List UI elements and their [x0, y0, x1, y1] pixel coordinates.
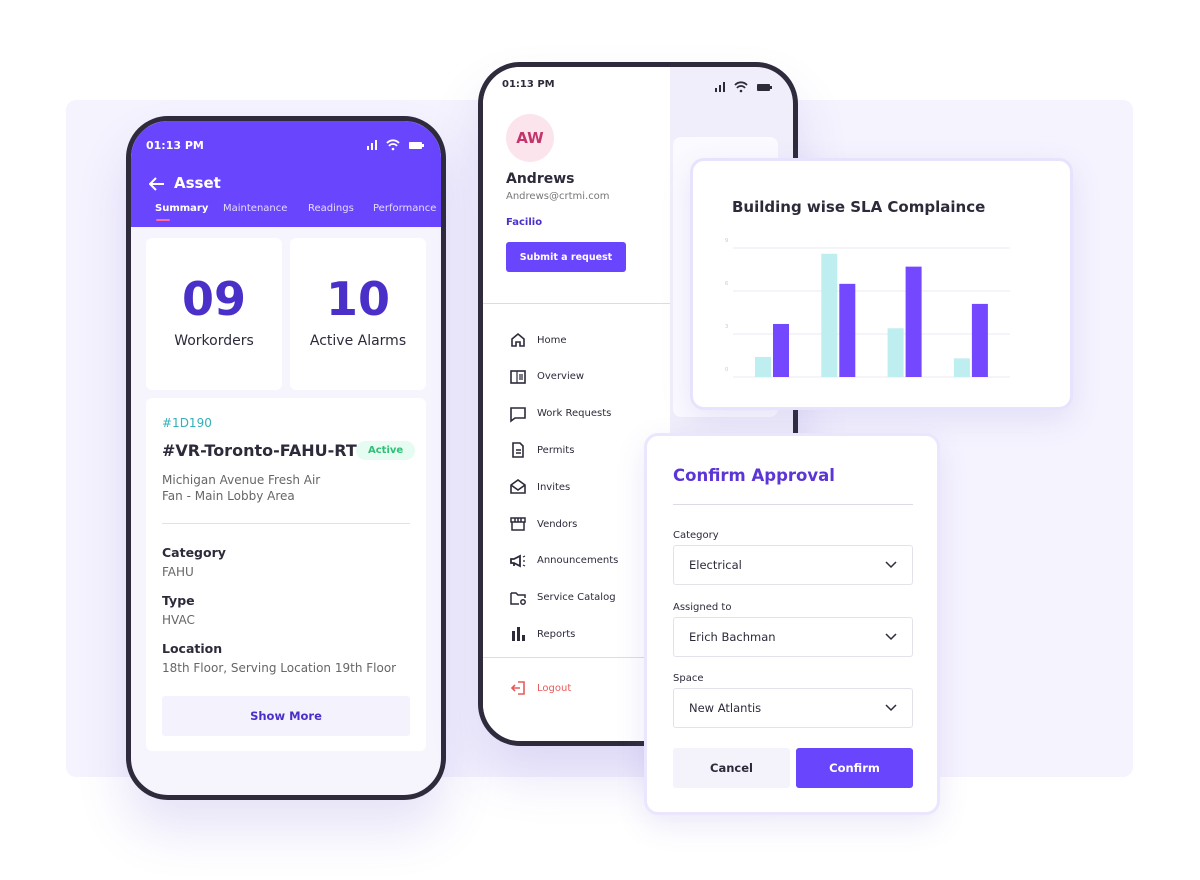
bar-series2-4: [971, 303, 988, 377]
cancel-button[interactable]: Cancel: [673, 748, 790, 788]
menu-item-label: Reports: [537, 628, 576, 640]
tab-maintenance[interactable]: Maintenance: [223, 203, 287, 214]
tab-indicator: [156, 219, 170, 221]
tab-readings[interactable]: Readings: [308, 203, 354, 214]
divider: [483, 303, 670, 304]
y-tick-label: 9: [725, 238, 728, 244]
field-value: FAHU: [162, 565, 194, 579]
field-label: Space: [673, 673, 704, 684]
field-label: Assigned to: [673, 601, 732, 613]
menu-item-label: Announcements: [537, 555, 619, 567]
asset-description: Fan - Main Lobby Area: [162, 489, 295, 503]
divider: [673, 504, 913, 505]
envelope-icon: [510, 479, 526, 494]
document-icon: [512, 442, 524, 459]
select-value: Erich Bachman: [689, 629, 776, 644]
menu-item-label: Vendors: [537, 518, 578, 530]
asset-phone: 01:13 PM Asset Summary Maintenance Readi…: [126, 116, 446, 800]
menu-item-work-requests[interactable]: Work Requests: [509, 404, 669, 424]
org-name: Facilio: [506, 217, 543, 228]
field-value: HVAC: [162, 613, 195, 627]
select-value: New Atlantis: [689, 701, 762, 715]
bar-series1-2: [821, 253, 838, 377]
field-label: Category: [673, 530, 719, 541]
stat-label: Active Alarms: [309, 333, 407, 349]
divider: [483, 657, 670, 658]
page-title: Asset: [174, 174, 221, 192]
stat-value: 09: [181, 272, 246, 326]
tab-performance[interactable]: Performance: [373, 203, 436, 214]
menu-item-label: Home: [537, 334, 567, 346]
asset-name: #VR-Toronto-FAHU-RT: [162, 441, 357, 460]
select-assigned-to[interactable]: Erich Bachman: [673, 616, 913, 657]
bar-series1-3: [887, 328, 904, 377]
chevron-down-icon: [885, 561, 897, 569]
menu-item-overview[interactable]: Overview: [509, 367, 669, 387]
menu-item-label: Service Catalog: [537, 592, 616, 604]
stat-label: Workorders: [174, 333, 254, 349]
status-icons: [715, 81, 772, 93]
status-time: 01:13 PM: [146, 139, 204, 152]
megaphone-icon: [510, 554, 526, 568]
status-badge: Active: [356, 441, 416, 460]
folder-gear-icon: [510, 591, 526, 605]
bar-chart: 0 3 6 9: [725, 238, 1010, 378]
user-email: Andrews@crtmi.com: [506, 191, 610, 202]
confirm-button[interactable]: Confirm: [796, 748, 913, 788]
select-space[interactable]: New Atlantis: [673, 688, 913, 728]
avatar: AW: [506, 114, 554, 162]
select-value: Electrical: [689, 558, 742, 572]
chat-icon: [510, 406, 526, 423]
stat-card-workorders[interactable]: 09 Workorders: [146, 238, 282, 390]
bar-series2-2: [839, 283, 856, 377]
confirm-approval-dialog: Confirm Approval Category Electrical Assi…: [644, 433, 940, 815]
logout-icon: [510, 681, 525, 695]
tab-summary[interactable]: Summary: [155, 203, 208, 214]
sla-chart-card: Building wise SLA Complaince 0369: [690, 158, 1073, 410]
y-tick-label: 3: [725, 324, 728, 330]
bar-series1-4: [953, 358, 970, 377]
field-label: Type: [162, 593, 195, 608]
field-label: Location: [162, 641, 223, 656]
home-icon: [511, 332, 525, 347]
stat-card-alarms[interactable]: 10 Active Alarms: [290, 238, 426, 390]
status-time: 01:13 PM: [502, 79, 555, 90]
select-category[interactable]: Electrical: [673, 545, 913, 585]
menu-item-label: Overview: [537, 371, 585, 383]
user-name: Andrews: [506, 171, 575, 187]
overview-icon: [510, 369, 526, 384]
y-tick-label: 6: [725, 281, 728, 287]
navigation-drawer: 01:13 PM AW Andrews Andrews@crtmi.com Fa…: [483, 67, 670, 741]
asset-id: #1D190: [162, 416, 212, 430]
store-icon: [510, 517, 526, 531]
asset-header: 01:13 PM Asset Summary Maintenance Readi…: [131, 121, 441, 227]
asset-description: Michigan Avenue Fresh Air: [162, 473, 321, 487]
back-arrow-icon[interactable]: [149, 177, 165, 191]
field-value: 18th Floor, Serving Location 19th Floor: [162, 661, 397, 675]
bar-chart-icon: [512, 627, 525, 642]
chevron-down-icon: [885, 632, 897, 640]
divider: [162, 523, 410, 524]
submit-request-button[interactable]: Submit a request: [506, 242, 626, 272]
status-icons: [367, 139, 424, 151]
menu-item-label: Invites: [537, 481, 571, 493]
menu-item-label: Permits: [537, 444, 575, 456]
dialog-title: Confirm Approval: [673, 466, 835, 485]
stat-value: 10: [325, 272, 390, 326]
show-more-button[interactable]: Show More: [162, 696, 410, 736]
bar-series2-1: [773, 323, 789, 377]
bar-series1-1: [755, 356, 771, 377]
menu-item-home[interactable]: Home: [509, 330, 669, 350]
menu-item-label: Work Requests: [537, 408, 612, 420]
chevron-down-icon: [885, 704, 897, 712]
bar-series2-3: [905, 266, 922, 377]
logout-label: Logout: [537, 682, 572, 694]
field-label: Category: [162, 545, 226, 560]
y-tick-label: 0: [725, 367, 728, 373]
asset-detail-card: #1D190 #VR-Toronto-FAHU-RT Active Michig…: [146, 398, 426, 751]
